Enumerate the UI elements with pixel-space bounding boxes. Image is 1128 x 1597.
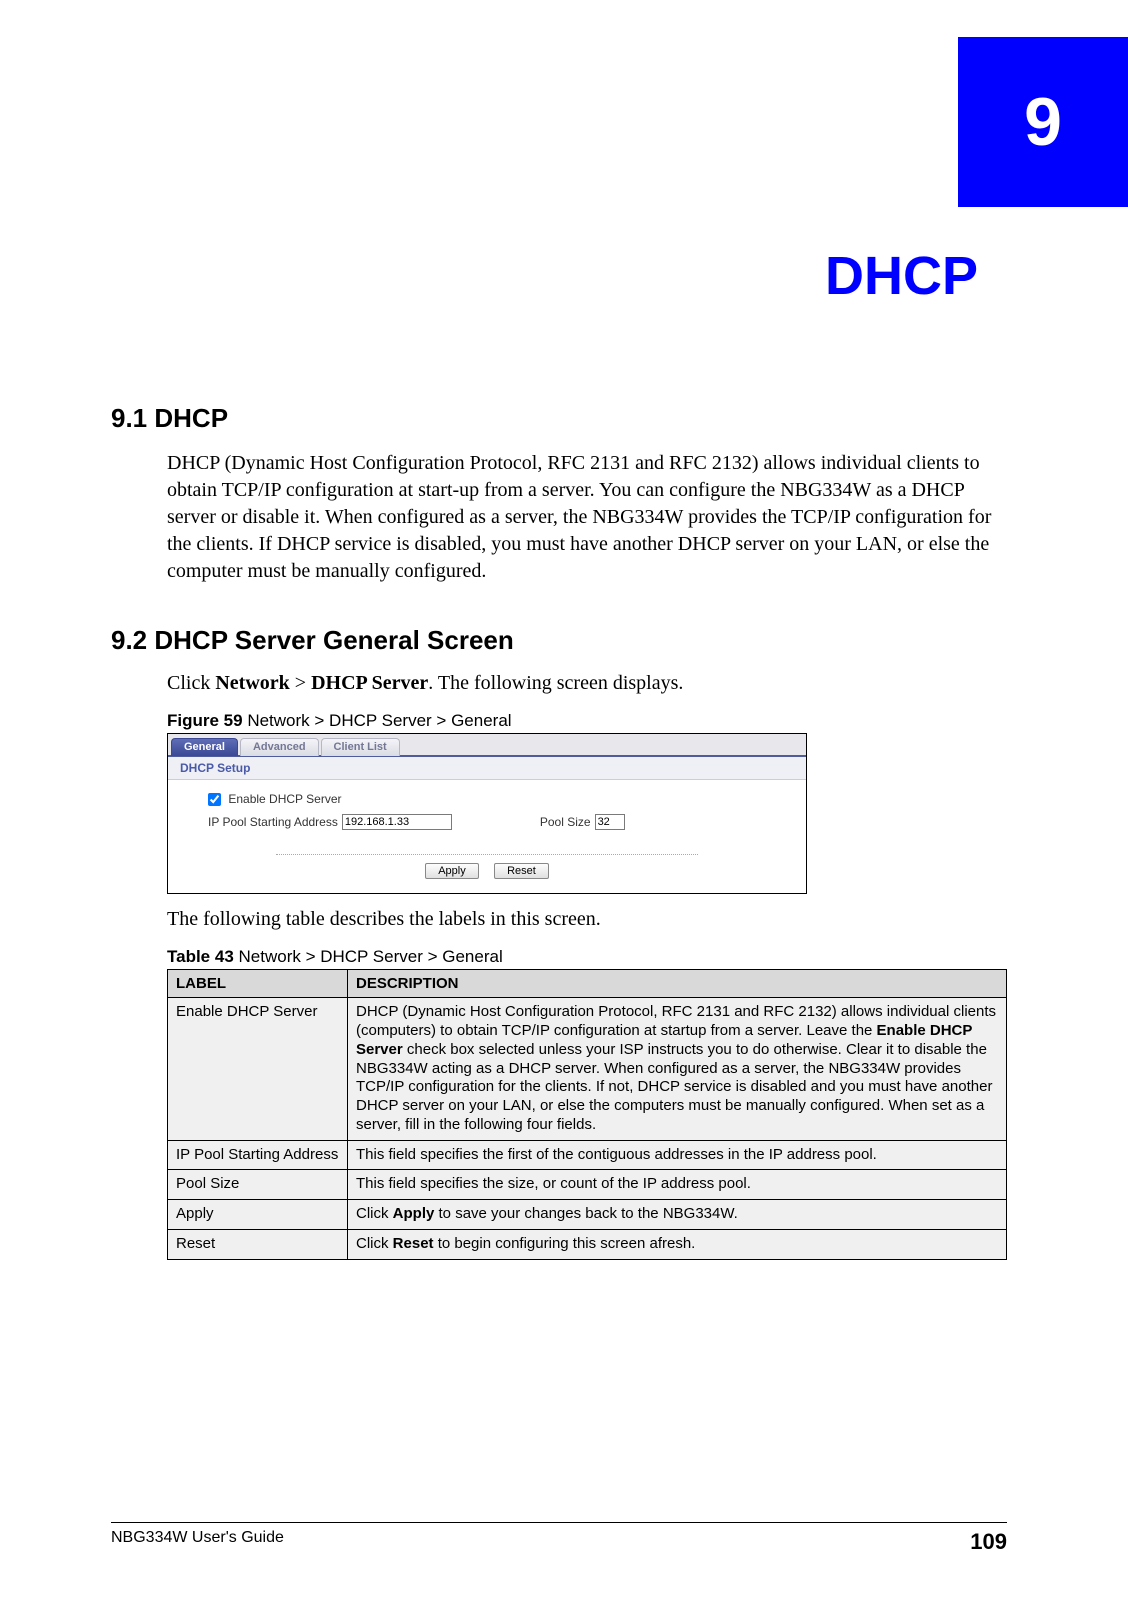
row3-desc: Click Apply to save your changes back to… (348, 1200, 1007, 1230)
panel-title: DHCP Setup (168, 757, 806, 780)
section-9-1-heading: 9.1 DHCP (111, 403, 1007, 434)
tab-advanced[interactable]: Advanced (240, 738, 319, 756)
row0-label: Enable DHCP Server (168, 998, 348, 1140)
row1-desc: This field specifies the first of the co… (348, 1140, 1007, 1170)
panel-body: Enable DHCP Server IP Pool Starting Addr… (168, 780, 806, 836)
row4-desc: Click Reset to begin configuring this sc… (348, 1229, 1007, 1259)
table-row: Reset Click Reset to begin configuring t… (168, 1229, 1007, 1259)
row1-label: IP Pool Starting Address (168, 1140, 348, 1170)
table-label: Table 43 (167, 947, 234, 966)
after-figure-text: The following table describes the labels… (167, 908, 1007, 931)
row4-pre: Click (356, 1235, 393, 1252)
instr-post: . The following screen displays. (428, 672, 683, 694)
row2-pre: This field specifies the size, or count … (356, 1175, 751, 1192)
row0-desc: DHCP (Dynamic Host Configuration Protoco… (348, 998, 1007, 1140)
row4-label: Reset (168, 1229, 348, 1259)
row2-label: Pool Size (168, 1170, 348, 1200)
divider (276, 854, 697, 855)
table-43: LABEL DESCRIPTION Enable DHCP Server DHC… (167, 969, 1007, 1259)
section-9-1-body: DHCP (Dynamic Host Configuration Protoco… (167, 450, 1007, 585)
table-row: IP Pool Starting Address This field spec… (168, 1140, 1007, 1170)
row3-pre: Click (356, 1205, 393, 1222)
row0-post: check box selected unless your ISP instr… (356, 1041, 992, 1133)
figure-text: Network > DHCP Server > General (243, 711, 512, 730)
tab-bar: General Advanced Client List (168, 734, 806, 757)
ip-pool-label: IP Pool Starting Address (208, 815, 338, 829)
enable-dhcp-label: Enable DHCP Server (228, 792, 341, 806)
enable-dhcp-checkbox[interactable] (208, 793, 221, 806)
chapter-number-tab: 9 (958, 37, 1128, 207)
table-row: Pool Size This field specifies the size,… (168, 1170, 1007, 1200)
th-label: LABEL (168, 970, 348, 998)
row3-label: Apply (168, 1200, 348, 1230)
instr-dhcpserver: DHCP Server (311, 672, 428, 694)
instr-network: Network (215, 672, 289, 694)
tab-client-list[interactable]: Client List (321, 738, 400, 756)
page-footer: NBG334W User's Guide 109 (111, 1522, 1007, 1555)
instr-pre: Click (167, 672, 215, 694)
table-43-caption: Table 43 Network > DHCP Server > General (167, 947, 1007, 967)
pool-size-input[interactable] (595, 814, 625, 830)
section-9-2-instruction: Click Network > DHCP Server. The followi… (167, 672, 1007, 695)
ip-pool-row: IP Pool Starting Address Pool Size (208, 814, 766, 830)
pool-size-label: Pool Size (540, 815, 591, 829)
ip-pool-input[interactable] (342, 814, 452, 830)
row2-desc: This field specifies the size, or count … (348, 1170, 1007, 1200)
instr-mid: > (290, 672, 311, 694)
reset-button[interactable]: Reset (494, 863, 549, 879)
apply-button[interactable]: Apply (425, 863, 479, 879)
table-row: Enable DHCP Server DHCP (Dynamic Host Co… (168, 998, 1007, 1140)
figure-label: Figure 59 (167, 711, 243, 730)
row4-bold: Reset (393, 1235, 434, 1252)
th-desc: DESCRIPTION (348, 970, 1007, 998)
dhcp-general-screenshot: General Advanced Client List DHCP Setup … (167, 733, 807, 894)
figure-59-caption: Figure 59 Network > DHCP Server > Genera… (167, 711, 1007, 731)
row1-pre: This field specifies the first of the co… (356, 1146, 877, 1163)
chapter-title: DHCP (825, 245, 978, 307)
chapter-number: 9 (1024, 83, 1062, 161)
row4-post: to begin configuring this screen afresh. (434, 1235, 696, 1252)
table-text: Network > DHCP Server > General (234, 947, 503, 966)
table-row: Apply Click Apply to save your changes b… (168, 1200, 1007, 1230)
row3-bold: Apply (393, 1205, 435, 1222)
row3-post: to save your changes back to the NBG334W… (434, 1205, 738, 1222)
tab-general[interactable]: General (171, 738, 238, 756)
button-row: Apply Reset (168, 863, 806, 893)
section-9-2-heading: 9.2 DHCP Server General Screen (111, 625, 1007, 656)
footer-guide: NBG334W User's Guide (111, 1529, 284, 1555)
enable-dhcp-row: Enable DHCP Server (208, 792, 766, 806)
footer-page: 109 (970, 1529, 1007, 1555)
